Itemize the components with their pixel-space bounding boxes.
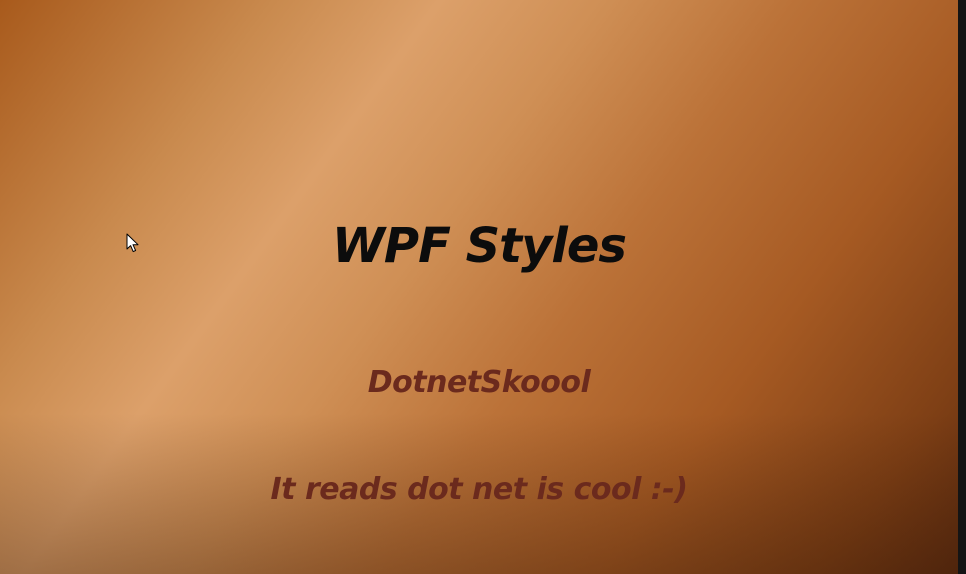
slide-title: WPF Styles [331, 218, 627, 274]
window-edge [958, 0, 966, 574]
slide-subtitle: DotnetSkoool [367, 365, 591, 400]
mouse-pointer-icon [126, 233, 139, 253]
slide-tagline: It reads dot net is cool :-) [270, 472, 688, 507]
slide-canvas: WPF Styles DotnetSkoool It reads dot net… [0, 0, 958, 574]
